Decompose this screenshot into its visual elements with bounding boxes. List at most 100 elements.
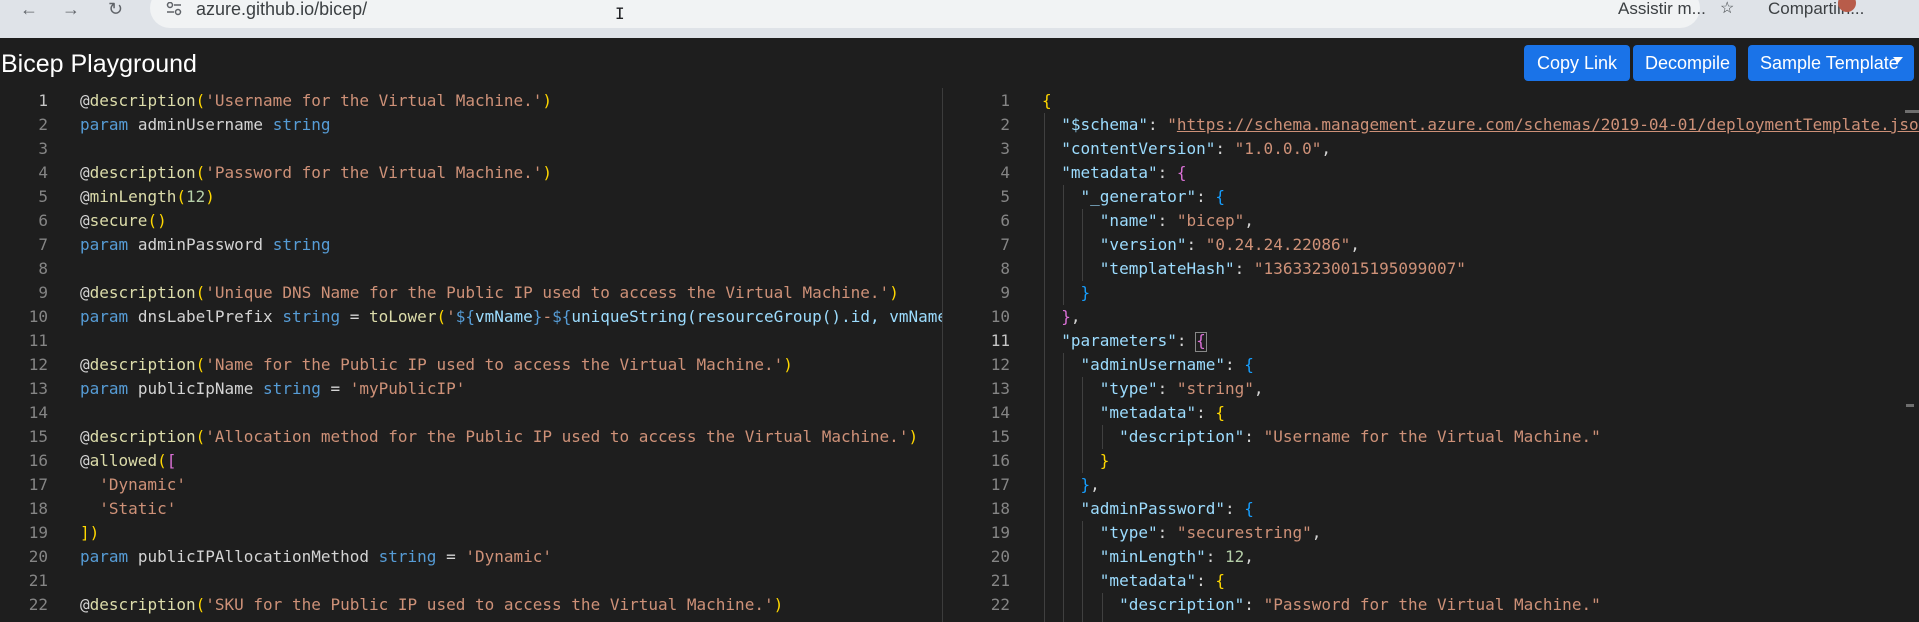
code-text[interactable]: "contentVersion": "1.0.0.0", <box>1042 137 1331 161</box>
code-text[interactable]: @description('SKU for the Public IP used… <box>80 593 783 617</box>
copy-link-button[interactable]: Copy Link <box>1524 45 1630 81</box>
json-line[interactable]: 14 "metadata": { <box>943 401 1919 425</box>
code-text[interactable]: "adminPassword": { <box>1042 497 1254 521</box>
bicep-line[interactable]: 16 @allowed([ <box>0 449 942 473</box>
code-text[interactable]: @allowed([ <box>80 449 176 473</box>
code-text[interactable]: @minLength(12) <box>80 185 215 209</box>
code-text[interactable]: @secure() <box>80 209 167 233</box>
code-text[interactable]: "metadata": { <box>1042 569 1225 593</box>
json-line[interactable]: 4 "metadata": { <box>943 161 1919 185</box>
code-text[interactable]: param publicIPAllocationMethod string = … <box>80 545 552 569</box>
json-line[interactable]: 6 "name": "bicep", <box>943 209 1919 233</box>
code-text[interactable]: "$schema": "https://schema.management.az… <box>1042 113 1919 137</box>
bicep-line[interactable]: 2 param adminUsername string <box>0 113 942 137</box>
code-text[interactable]: "parameters": { <box>1042 329 1206 353</box>
json-line[interactable]: 11 "parameters": { <box>943 329 1919 353</box>
decompile-button[interactable]: Decompile <box>1633 45 1736 81</box>
extension-label-1[interactable]: Assistir m... <box>1618 0 1706 17</box>
code-text[interactable]: @allowed([ <box>80 617 176 622</box>
code-text[interactable]: param adminUsername string <box>80 113 330 137</box>
scrollbar-marker-top[interactable] <box>1905 110 1919 113</box>
json-line[interactable]: 12 "adminUsername": { <box>943 353 1919 377</box>
json-line[interactable]: 5 "_generator": { <box>943 185 1919 209</box>
code-text[interactable]: } <box>1042 449 1110 473</box>
bicep-line[interactable]: 5 @minLength(12) <box>0 185 942 209</box>
site-settings-icon[interactable] <box>166 2 182 16</box>
bicep-line[interactable]: 23 @allowed([ <box>0 617 942 622</box>
json-line[interactable]: 3 "contentVersion": "1.0.0.0", <box>943 137 1919 161</box>
bicep-line[interactable]: 11 <box>0 329 942 353</box>
json-line[interactable]: 15 "description": "Username for the Virt… <box>943 425 1919 449</box>
bicep-line[interactable]: 6 @secure() <box>0 209 942 233</box>
bicep-line[interactable]: 17 'Dynamic' <box>0 473 942 497</box>
json-line[interactable]: 16 } <box>943 449 1919 473</box>
bicep-line[interactable]: 3 <box>0 137 942 161</box>
json-line[interactable]: 19 "type": "securestring", <box>943 521 1919 545</box>
json-line[interactable]: 1{ <box>943 89 1919 113</box>
json-line[interactable]: 21 "metadata": { <box>943 569 1919 593</box>
json-line[interactable]: 17 }, <box>943 473 1919 497</box>
star-icon[interactable]: ☆ <box>1720 0 1734 17</box>
json-line[interactable]: 13 "type": "string", <box>943 377 1919 401</box>
bicep-line[interactable]: 10 param dnsLabelPrefix string = toLower(… <box>0 305 942 329</box>
code-text[interactable]: @description('Unique DNS Name for the Pu… <box>80 281 899 305</box>
code-text[interactable]: param publicIpName string = 'myPublicIP' <box>80 377 465 401</box>
bicep-line[interactable]: 12 @description('Name for the Public IP u… <box>0 353 942 377</box>
forward-icon[interactable]: → <box>62 0 80 18</box>
code-text[interactable]: ]) <box>80 521 99 545</box>
code-text[interactable]: } <box>1042 281 1091 305</box>
code-text[interactable]: param dnsLabelPrefix string = toLower('$… <box>80 305 942 329</box>
code-text[interactable]: }, <box>1042 473 1100 497</box>
bicep-line[interactable]: 8 <box>0 257 942 281</box>
json-output-editor[interactable]: 1{2 "$schema": "https://schema.managemen… <box>943 88 1919 622</box>
code-text[interactable]: "description": "Password for the Virtual… <box>1042 593 1601 617</box>
json-line[interactable]: 23 } <box>943 617 1919 622</box>
code-text[interactable]: "description": "Username for the Virtual… <box>1042 425 1601 449</box>
bicep-line[interactable]: 14 <box>0 401 942 425</box>
bicep-line[interactable]: 13 param publicIpName string = 'myPublicI… <box>0 377 942 401</box>
code-text[interactable]: "metadata": { <box>1042 401 1225 425</box>
address-bar[interactable] <box>150 0 1700 28</box>
json-line[interactable]: 18 "adminPassword": { <box>943 497 1919 521</box>
json-line[interactable]: 10 }, <box>943 305 1919 329</box>
code-text[interactable]: "minLength": 12, <box>1042 545 1254 569</box>
json-line[interactable]: 22 "description": "Password for the Virt… <box>943 593 1919 617</box>
reload-icon[interactable]: ↻ <box>108 0 123 18</box>
json-line[interactable]: 9 } <box>943 281 1919 305</box>
code-text[interactable]: 'Static' <box>80 497 176 521</box>
code-text[interactable]: 'Dynamic' <box>80 473 186 497</box>
code-text[interactable]: @description('Username for the Virtual M… <box>80 89 552 113</box>
json-line[interactable]: 20 "minLength": 12, <box>943 545 1919 569</box>
code-text[interactable]: "type": "string", <box>1042 377 1264 401</box>
json-line[interactable]: 7 "version": "0.24.24.22086", <box>943 233 1919 257</box>
code-text[interactable]: "version": "0.24.24.22086", <box>1042 233 1360 257</box>
code-text[interactable]: "templateHash": "13633230015195099007" <box>1042 257 1466 281</box>
back-icon[interactable]: ← <box>20 0 38 18</box>
code-text[interactable]: @description('Allocation method for the … <box>80 425 918 449</box>
bicep-line[interactable]: 22 @description('SKU for the Public IP us… <box>0 593 942 617</box>
code-text[interactable]: } <box>1042 617 1110 622</box>
bicep-editor[interactable]: 1 @description('Username for the Virtual … <box>0 88 942 622</box>
sample-template-dropdown[interactable]: Sample Template <box>1748 45 1914 81</box>
scrollbar-marker-mid[interactable] <box>1906 404 1914 407</box>
bicep-line[interactable]: 4 @description('Password for the Virtual … <box>0 161 942 185</box>
bicep-line[interactable]: 15 @description('Allocation method for th… <box>0 425 942 449</box>
code-text[interactable]: { <box>1042 89 1052 113</box>
code-text[interactable]: param adminPassword string <box>80 233 330 257</box>
code-text[interactable]: @description('Password for the Virtual M… <box>80 161 552 185</box>
code-text[interactable]: "_generator": { <box>1042 185 1226 209</box>
bicep-line[interactable]: 19]) <box>0 521 942 545</box>
bicep-line[interactable]: 7 param adminPassword string <box>0 233 942 257</box>
bicep-line[interactable]: 1 @description('Username for the Virtual … <box>0 89 942 113</box>
json-line[interactable]: 2 "$schema": "https://schema.management.… <box>943 113 1919 137</box>
bicep-line[interactable]: 20 param publicIPAllocationMethod string … <box>0 545 942 569</box>
code-text[interactable]: }, <box>1042 305 1080 329</box>
code-text[interactable]: "name": "bicep", <box>1042 209 1254 233</box>
json-line[interactable]: 8 "templateHash": "13633230015195099007" <box>943 257 1919 281</box>
code-text[interactable]: "type": "securestring", <box>1042 521 1322 545</box>
url-text[interactable]: azure.github.io/bicep/ <box>196 0 367 18</box>
code-text[interactable]: "adminUsername": { <box>1042 353 1254 377</box>
code-text[interactable]: "metadata": { <box>1042 161 1186 185</box>
bicep-line[interactable]: 9 @description('Unique DNS Name for the P… <box>0 281 942 305</box>
code-text[interactable]: @description('Name for the Public IP use… <box>80 353 793 377</box>
